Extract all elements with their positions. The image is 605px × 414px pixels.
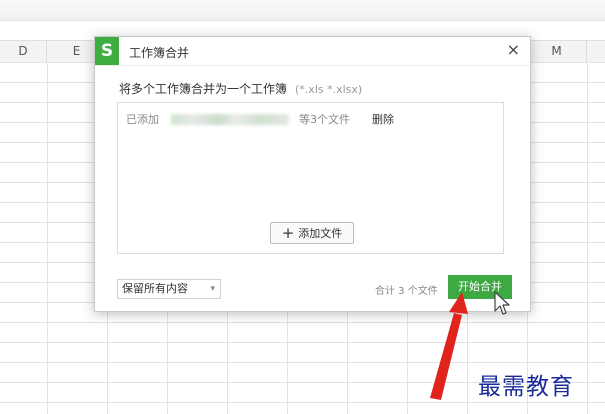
watermark-text: 最需教育 — [478, 374, 574, 400]
red-arrow-icon — [430, 292, 468, 400]
mouse-cursor-icon — [494, 291, 510, 315]
